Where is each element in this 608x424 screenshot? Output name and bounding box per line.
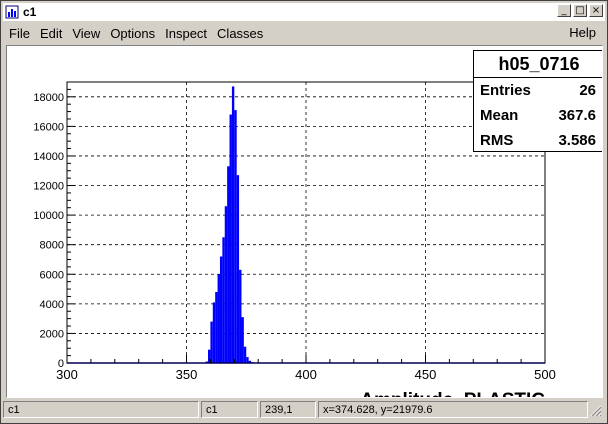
- stats-title: h05_0716: [474, 51, 602, 78]
- y-tick-label: 2000: [40, 328, 64, 340]
- histogram-bar: [234, 110, 237, 363]
- status-cell-canvas: c1: [3, 401, 199, 418]
- status-cell-pixel: 239,1: [260, 401, 316, 418]
- menu-bar: File Edit View Options Inspect Classes H…: [3, 23, 605, 43]
- status-cell-coords: x=374.628, y=21979.6: [318, 401, 588, 418]
- y-tick-label: 0: [58, 358, 64, 370]
- y-tick-label: 6000: [40, 269, 64, 281]
- histogram-bar: [212, 302, 216, 363]
- histogram-bar: [227, 166, 230, 363]
- histogram-bar: [239, 269, 242, 363]
- menu-options[interactable]: Options: [105, 26, 160, 41]
- histogram-bar: [231, 86, 235, 364]
- stats-value: 367.6: [558, 107, 596, 124]
- stats-value: 3.586: [558, 132, 596, 149]
- menu-classes[interactable]: Classes: [212, 26, 268, 41]
- y-tick-label: 10000: [33, 210, 64, 222]
- stats-row-rms: RMS 3.586: [474, 128, 602, 153]
- x-axis-label: Amplitude_PLASTIC: [360, 390, 545, 397]
- menu-file[interactable]: File: [3, 26, 35, 41]
- stats-row-mean: Mean 367.6: [474, 103, 602, 128]
- stats-label: Mean: [480, 107, 519, 124]
- status-bar: c1 c1 239,1 x=374.628, y=21979.6: [3, 401, 605, 421]
- stats-value: 26: [579, 82, 596, 99]
- minimize-button[interactable]: _: [557, 4, 571, 17]
- histogram-bar: [217, 274, 220, 363]
- menu-view[interactable]: View: [67, 26, 105, 41]
- stats-row-entries: Entries 26: [474, 78, 602, 103]
- histogram-bar: [219, 256, 223, 363]
- menu-inspect[interactable]: Inspect: [160, 26, 212, 41]
- menu-edit[interactable]: Edit: [35, 26, 67, 41]
- histogram-bar: [229, 114, 232, 364]
- x-tick-label: 450: [415, 367, 437, 382]
- stats-label: RMS: [480, 132, 514, 149]
- y-tick-label: 12000: [33, 181, 64, 193]
- stats-label: Entries: [480, 82, 531, 99]
- y-tick-label: 4000: [40, 299, 64, 311]
- histogram-bar: [224, 206, 228, 363]
- y-tick-label: 18000: [33, 92, 64, 104]
- histogram-bar: [243, 346, 247, 363]
- y-tick-label: 14000: [33, 151, 64, 163]
- y-tick-label: 8000: [40, 240, 64, 252]
- histogram-bar: [210, 321, 213, 363]
- window-title: c1: [23, 5, 37, 19]
- x-tick-label: 500: [534, 367, 556, 382]
- close-button[interactable]: ×: [589, 4, 603, 17]
- title-bar[interactable]: c1 _ □ ×: [3, 3, 605, 21]
- app-icon: [5, 5, 19, 19]
- histogram-bar: [246, 357, 249, 363]
- histogram-bar: [215, 292, 218, 363]
- histogram-bar: [222, 237, 225, 363]
- resize-grip-icon[interactable]: [590, 405, 602, 417]
- stats-box[interactable]: h05_0716 Entries 26 Mean 367.6 RMS 3.586: [473, 50, 602, 153]
- menu-help[interactable]: Help: [564, 25, 601, 40]
- maximize-button[interactable]: □: [573, 4, 587, 17]
- x-tick-label: 350: [176, 367, 198, 382]
- histogram-bar: [241, 317, 244, 363]
- x-tick-label: 400: [295, 367, 317, 382]
- root-window: c1 _ □ × File Edit View Options Inspect …: [0, 0, 608, 424]
- y-tick-label: 16000: [33, 121, 64, 133]
- canvas[interactable]: 300 350 400 450 500 0 2000 4000 6000 8000 10000 120…: [6, 45, 603, 398]
- status-cell-object: c1: [201, 401, 258, 418]
- histogram-bar: [236, 175, 240, 363]
